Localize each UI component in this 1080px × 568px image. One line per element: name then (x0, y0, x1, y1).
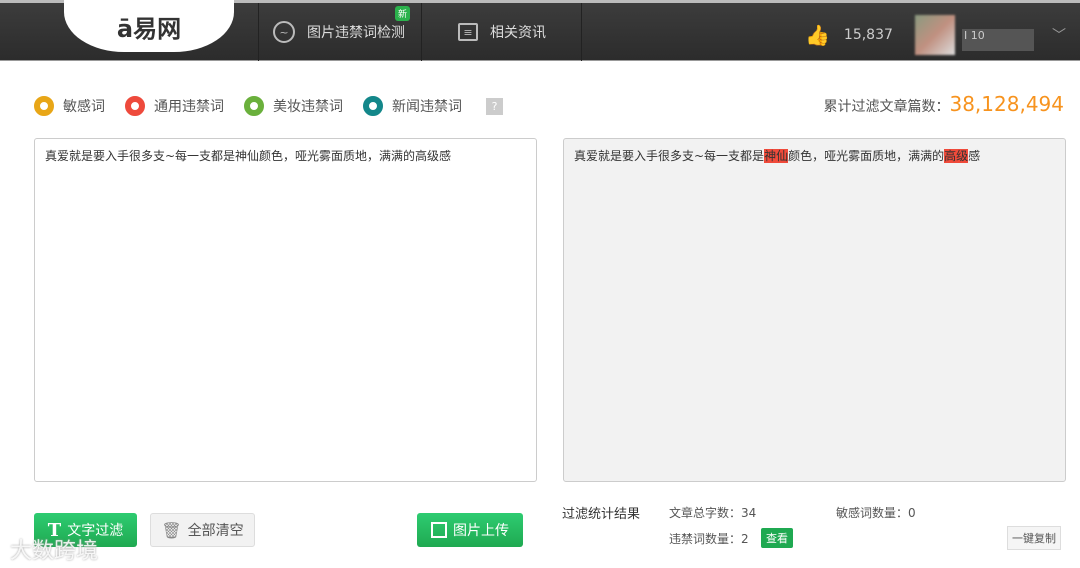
nav-label: 图片违禁词检测 (307, 25, 405, 41)
legend-label: 新闻违禁词 (392, 99, 462, 115)
trash-icon: 🗑 (161, 520, 182, 540)
document-icon: ≡ (458, 23, 478, 41)
output-text: 感 (968, 149, 981, 163)
watermark: 大数跨境 (10, 539, 99, 564)
view-button[interactable]: 查看 (761, 528, 793, 548)
legend-beauty[interactable]: 美妆违禁词 (244, 96, 343, 116)
nav-image-check[interactable]: ~ 图片违禁词检测 新 (258, 3, 420, 61)
image-upload-button[interactable]: 图片上传 (417, 513, 523, 547)
button-label: 图片上传 (453, 523, 509, 539)
total-value: 38,128,494 (949, 92, 1064, 116)
chart-search-icon: ~ (273, 21, 295, 43)
stats-total-chars: 文章总字数：34 (669, 506, 757, 520)
output-panel: 真爱就是要入手很多支~每一支都是神仙颜色，哑光雾面质地，满满的高级感 (563, 138, 1066, 482)
new-badge: 新 (395, 6, 411, 21)
legend-sensitive[interactable]: 敏感词 (34, 96, 105, 116)
total-filtered: 累计过滤文章篇数：38,128,494 (823, 92, 1064, 116)
image-icon (431, 522, 447, 538)
stats-sensitive: 敏感词数量：0 (836, 506, 916, 520)
legend-label: 通用违禁词 (154, 99, 224, 115)
top-nav-bar: ā易网 ~ 图片违禁词检测 新 ≡ 相关资讯 👍 15,837 I 10 ﹀ (0, 0, 1080, 61)
output-text: 颜色，哑光雾面质地，满满的 (788, 149, 945, 163)
highlighted-word: 神仙 (764, 149, 789, 163)
legend-label: 美妆违禁词 (273, 99, 343, 115)
dot-icon (34, 96, 54, 116)
copy-all-button[interactable]: 一键复制 (1007, 526, 1061, 550)
legend-news[interactable]: 新闻违禁词 (363, 96, 462, 116)
legend-label: 敏感词 (63, 99, 105, 115)
button-label: 全部清空 (187, 523, 244, 539)
legend-general[interactable]: 通用违禁词 (125, 96, 224, 116)
help-icon[interactable]: ? (486, 97, 503, 115)
username[interactable]: I 10 (962, 29, 1034, 51)
output-text: 真爱就是要入手很多支~每一支都是 (574, 149, 765, 163)
thumbs-up-icon: 👍 (805, 23, 830, 47)
avatar[interactable] (915, 15, 955, 55)
category-legend: 敏感词 通用违禁词 美妆违禁词 新闻违禁词 ? (34, 96, 503, 116)
dot-icon (363, 96, 383, 116)
likes-counter[interactable]: 👍 15,837 (805, 23, 893, 47)
dot-icon (244, 96, 264, 116)
input-textarea[interactable]: 真爱就是要入手很多支~每一支都是神仙颜色，哑光雾面质地，满满的高级感 (34, 138, 537, 482)
likes-count: 15,837 (843, 27, 893, 43)
nav-label: 相关资讯 (490, 25, 546, 41)
chevron-down-icon[interactable]: ﹀ (1052, 25, 1066, 45)
highlighted-word: 高级 (944, 149, 969, 163)
total-label: 累计过滤文章篇数： (823, 99, 950, 115)
site-logo[interactable]: ā易网 (64, 0, 234, 52)
dot-icon (125, 96, 145, 116)
stats-banned: 违禁词数量：2 (669, 532, 749, 546)
nav-news[interactable]: ≡ 相关资讯 (421, 3, 581, 61)
stats-title: 过滤统计结果 (562, 507, 641, 522)
clear-all-button[interactable]: 🗑 全部清空 (150, 513, 255, 547)
